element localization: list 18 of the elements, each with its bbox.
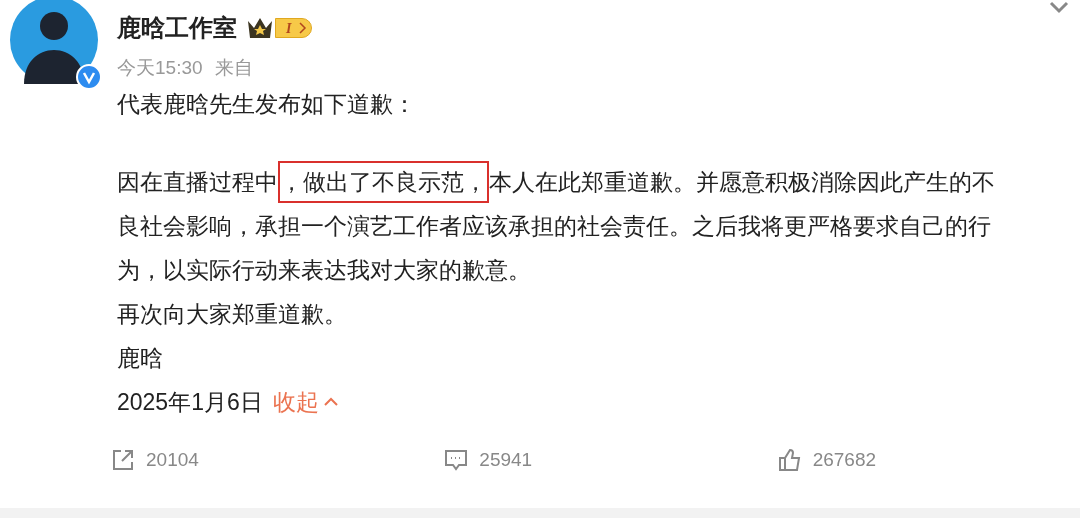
thumbs-up-icon — [776, 447, 803, 474]
signature: 鹿晗 — [117, 344, 163, 373]
chevron-down-icon[interactable] — [1048, 1, 1070, 15]
body-paragraph: 因在直播过程中，做出了不良示范，本人在此郑重道歉。并愿意积极消除因此产生的不良社会影响，承担一个演艺工作者应该承担的社会责任。之后我将更严格要求自己的行为，以实际行动来表达我对大家的歉意。 — [117, 160, 1012, 292]
apology-line: 再次向大家郑重道歉。 — [117, 300, 347, 329]
intro-text: 代表鹿晗先生发布如下道歉： — [117, 90, 416, 119]
source-label: 来自 — [214, 56, 253, 80]
action-count: 20104 — [146, 448, 199, 472]
caret-up-icon — [322, 397, 339, 407]
action-count: 25941 — [479, 448, 533, 472]
level-badge: I — [275, 18, 313, 38]
crown-icon — [245, 16, 275, 40]
action-count: 267682 — [812, 448, 877, 472]
author-name[interactable]: 鹿晗工作室 — [117, 10, 237, 46]
post-time: 今天15:30 — [117, 56, 203, 80]
chevron-right-icon — [299, 22, 308, 34]
post-date: 2025年1月6日 — [117, 388, 263, 417]
verified-icon — [76, 64, 102, 90]
